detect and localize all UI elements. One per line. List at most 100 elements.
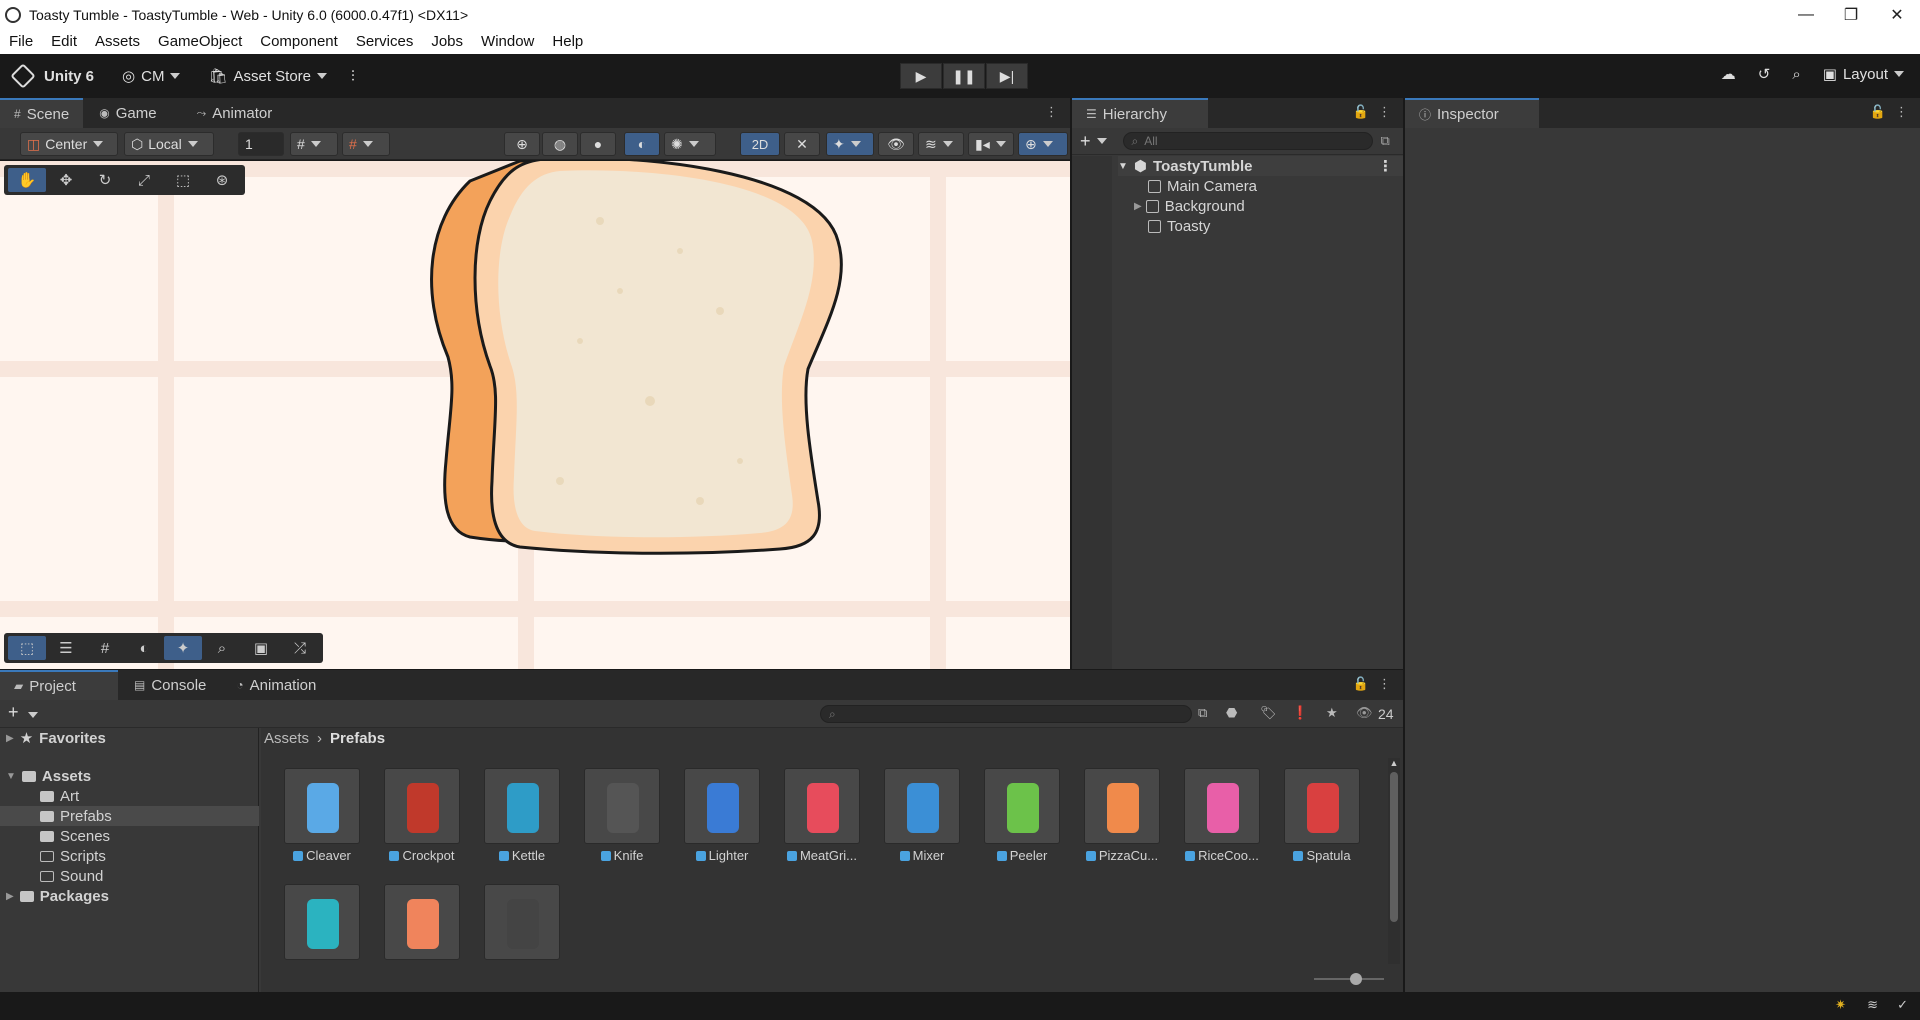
more-options-icon[interactable]: ⋮ [1378, 676, 1391, 692]
step-button[interactable]: ▶| [986, 63, 1028, 89]
assets-row[interactable]: ▼ Assets [6, 766, 91, 786]
zoom-slider[interactable] [1314, 973, 1384, 985]
more-options-icon[interactable]: ⋮ [1045, 104, 1058, 120]
asset-item[interactable]: Spatula [1282, 768, 1362, 863]
favorites-row[interactable]: ▶ ★ Favorites [6, 728, 106, 748]
version-control-icon[interactable]: ⫶ [351, 68, 355, 85]
play-button[interactable]: ▶ [900, 63, 942, 89]
filter-log-icon[interactable]: ❗ [1292, 705, 1308, 721]
filter-label-icon[interactable]: 🏷 [1260, 705, 1277, 721]
cloud-icon[interactable]: ☁ [1721, 65, 1736, 83]
scene-row[interactable]: ▼ ⬢ ToastyTumble ⋮ [1118, 156, 1403, 176]
asset-item[interactable] [282, 884, 362, 960]
grid-snap-input[interactable]: 1 [238, 132, 284, 156]
menu-window[interactable]: Window [472, 33, 543, 50]
wireframe-button[interactable]: ⊕ [504, 132, 540, 156]
hierarchy-search-input[interactable]: ⌕ All [1122, 132, 1373, 150]
overlay-shuffle-button[interactable]: ⤮ [281, 636, 319, 660]
tab-scene[interactable]: # Scene [0, 98, 84, 128]
favorite-star-icon[interactable]: ★ [1326, 705, 1338, 721]
folder-scripts[interactable]: Scripts [40, 846, 106, 866]
asset-item[interactable]: Lighter [682, 768, 762, 863]
more-options-icon[interactable]: ⋮ [1378, 104, 1391, 120]
filter-type-icon[interactable]: ⬣ [1226, 705, 1237, 721]
more-options-icon[interactable]: ⋮ [1895, 104, 1908, 120]
layers-button[interactable]: ≋ [918, 132, 964, 156]
hidden-packages-icon[interactable]: 👁 [1356, 705, 1373, 721]
account-dropdown[interactable]: ◎ CM [122, 67, 181, 85]
asset-item[interactable]: Mixer [882, 768, 962, 863]
lock-icon[interactable]: 🔓 [1353, 676, 1369, 692]
lock-icon[interactable]: 🔓 [1870, 104, 1886, 120]
chevron-down-icon[interactable] [28, 712, 38, 718]
hierarchy-item-toasty[interactable]: Toasty [1148, 216, 1210, 236]
restore-button[interactable]: ❐ [1828, 0, 1874, 29]
overlay-camera-button[interactable]: ▣ [242, 636, 280, 660]
asset-item[interactable]: Kettle [482, 768, 562, 863]
lock-icon[interactable]: 🔓 [1353, 104, 1369, 120]
pause-button[interactable]: ❚❚ [943, 63, 985, 89]
scroll-thumb[interactable] [1390, 772, 1398, 922]
toast-sprite[interactable] [0, 161, 1070, 669]
lighting-button[interactable]: ◐ [624, 132, 660, 156]
asset-item[interactable]: Cleaver [282, 768, 362, 863]
scene-search-icon[interactable]: ⧉ [1381, 133, 1390, 149]
asset-item[interactable] [482, 884, 562, 960]
asset-item[interactable] [382, 884, 462, 960]
cache-icon[interactable]: ≋ [1867, 997, 1878, 1013]
move-tool-button[interactable]: ✥ [47, 168, 85, 192]
toggle-2d-button[interactable]: 2D [740, 132, 780, 156]
asset-item[interactable]: RiceCoo... [1182, 768, 1262, 863]
overlay-lighting-button[interactable]: ◐ [125, 636, 163, 660]
overlay-rect-button[interactable]: ⬚ [8, 636, 46, 660]
scroll-up-icon[interactable]: ▲ [1388, 758, 1400, 768]
history-icon[interactable]: ↺ [1758, 65, 1771, 83]
transform-tool-button[interactable]: ⊛ [203, 168, 241, 192]
menu-component[interactable]: Component [251, 33, 347, 50]
folder-art[interactable]: Art [40, 786, 79, 806]
close-button[interactable]: ✕ [1874, 0, 1920, 29]
menu-edit[interactable]: Edit [42, 33, 86, 50]
visibility-button[interactable]: 👁 [878, 132, 914, 156]
hierarchy-item-main-camera[interactable]: Main Camera [1148, 176, 1257, 196]
scene-view[interactable]: ✋ ✥ ↻ ⤢ ⬚ ⊛ ⬚ ☰ # ◐ ✦ ⌕ ▣ ⤮ [0, 161, 1070, 669]
debug-draw-button[interactable]: ✺ [664, 132, 716, 156]
tab-animator[interactable]: ⤳ Animator [171, 98, 287, 128]
camera-button[interactable]: ▮◂ [968, 132, 1014, 156]
asset-store-dropdown[interactable]: 🛍 Asset Store [208, 67, 328, 85]
rotate-tool-button[interactable]: ↻ [86, 168, 124, 192]
add-object-button[interactable]: + [1080, 131, 1091, 152]
rect-tool-button[interactable]: ⬚ [164, 168, 202, 192]
gizmos-button[interactable]: ⊕ [1018, 132, 1068, 156]
search-icon[interactable]: ⌕ [1792, 66, 1800, 83]
search-scene-icon[interactable]: ⧉ [1198, 705, 1207, 721]
shaded-wireframe-button[interactable]: ◍ [542, 132, 578, 156]
overlay-settings-button[interactable]: ☰ [47, 636, 85, 660]
more-options-icon[interactable]: ⋮ [1378, 157, 1393, 175]
hierarchy-item-background[interactable]: ▶ Background [1134, 196, 1245, 216]
scale-tool-button[interactable]: ⤢ [125, 168, 163, 192]
layout-dropdown[interactable]: ▣ Layout [1823, 65, 1904, 83]
menu-file[interactable]: File [0, 33, 42, 50]
overlay-effects-button[interactable]: ✦ [164, 636, 202, 660]
tab-inspector[interactable]: ⓘ Inspector [1405, 98, 1539, 128]
menu-assets[interactable]: Assets [86, 33, 149, 50]
menu-help[interactable]: Help [543, 33, 592, 50]
tab-game[interactable]: ◉ Game [83, 98, 170, 128]
effects-button[interactable]: ✦ [826, 132, 874, 156]
asset-scrollbar[interactable]: ▲ [1388, 758, 1400, 964]
breadcrumb-assets[interactable]: Assets [264, 730, 309, 747]
asset-item[interactable]: Crockpot [382, 768, 462, 863]
create-button[interactable]: + [8, 702, 19, 723]
audio-button[interactable]: ✕ [784, 132, 820, 156]
chevron-down-icon[interactable] [1096, 138, 1107, 144]
shaded-button[interactable]: ● [580, 132, 616, 156]
project-search-input[interactable]: ⌕ [820, 705, 1192, 723]
space-dropdown[interactable]: ⬡ Local [124, 132, 214, 156]
asset-item[interactable]: PizzaCu... [1082, 768, 1162, 863]
grid-snap-button[interactable]: # [290, 132, 338, 156]
menu-services[interactable]: Services [347, 33, 423, 50]
tab-project[interactable]: ▰ Project [0, 670, 118, 700]
hand-tool-button[interactable]: ✋ [8, 168, 46, 192]
asset-item[interactable]: Knife [582, 768, 662, 863]
